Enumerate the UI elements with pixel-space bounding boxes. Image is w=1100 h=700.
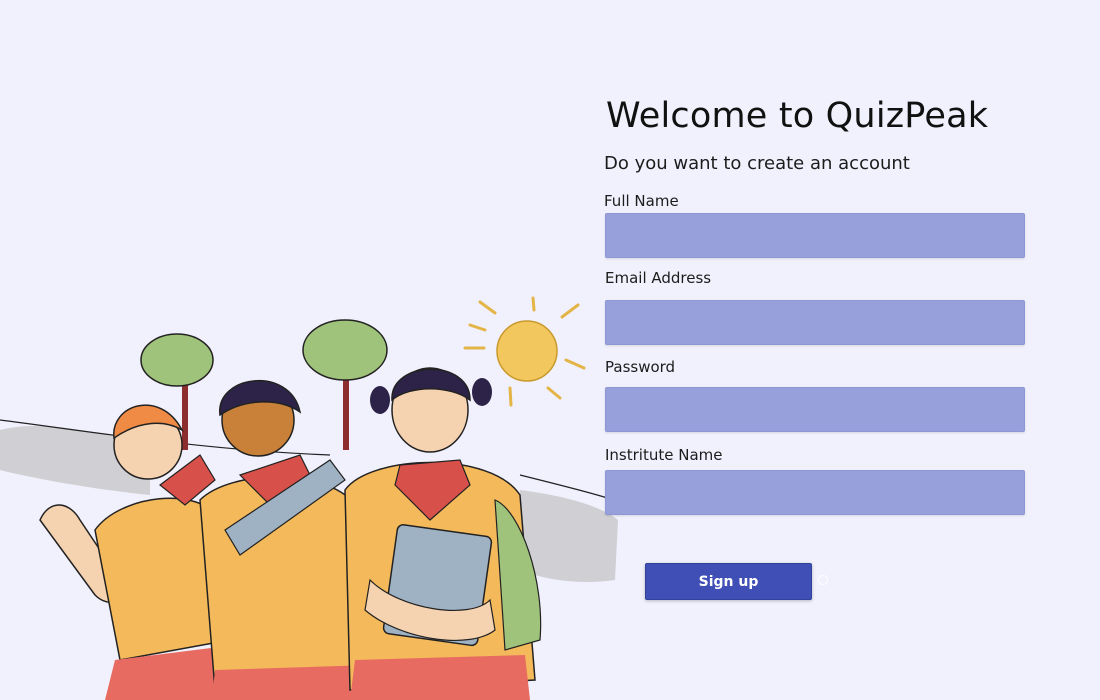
password-input[interactable] bbox=[605, 387, 1025, 432]
page-title: Welcome to QuizPeak bbox=[606, 96, 989, 136]
institute-input[interactable] bbox=[605, 470, 1025, 515]
full-name-label: Full Name bbox=[604, 192, 679, 210]
girl-right bbox=[344, 367, 542, 700]
password-label: Password bbox=[605, 358, 676, 376]
email-label: Email Address bbox=[605, 269, 712, 287]
email-input[interactable] bbox=[605, 300, 1025, 345]
page-subtitle: Do you want to create an account bbox=[604, 153, 910, 174]
tree-right bbox=[302, 319, 388, 450]
cursor-dot-icon bbox=[818, 575, 828, 585]
institute-label: Instritute Name bbox=[605, 446, 723, 464]
signup-button[interactable]: Sign up bbox=[645, 563, 812, 600]
full-name-input[interactable] bbox=[605, 213, 1025, 258]
students-illustration bbox=[0, 296, 621, 700]
